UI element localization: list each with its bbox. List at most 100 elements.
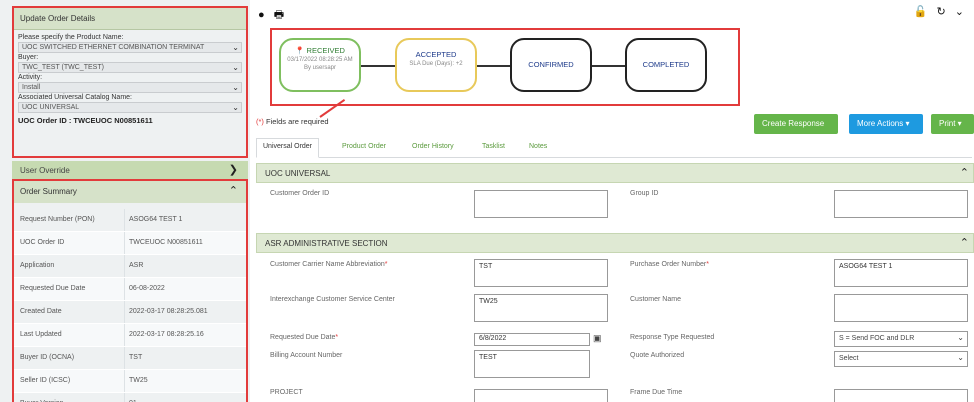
required-star: (*) <box>256 117 264 126</box>
more-actions-button[interactable]: More Actions ▾ <box>849 114 923 134</box>
step-received-label: RECEIVED <box>306 46 345 55</box>
main-content: ● 🖶 🔓 ↻ ⌄ 📍 RECEIVED 03/17/2022 08:28:25… <box>252 0 974 402</box>
order-summary-header[interactable]: Order Summary ⌃ <box>14 181 246 203</box>
summary-key: UOC Order ID <box>20 239 65 246</box>
step-accepted-sla: SLA Due (Days): +2 <box>409 61 463 67</box>
unlock-icon[interactable]: 🔓 <box>914 6 928 18</box>
tab-tasklist[interactable]: Tasklist <box>482 143 505 150</box>
step-accepted[interactable]: ACCEPTED SLA Due (Days): +2 <box>395 38 477 92</box>
summary-row: Request Number (PON) ASOG64 TEST 1 <box>14 209 246 232</box>
uoc-order-id: UOC Order ID : TWCEUOC N00851611 <box>18 116 153 125</box>
order-workflow-tracker: 📍 RECEIVED 03/17/2022 08:28:25 AM By use… <box>270 28 740 106</box>
location-pin-icon: 📍 <box>295 46 305 55</box>
ban-label: Billing Account Number <box>270 352 343 359</box>
create-response-button[interactable]: Create Response <box>754 114 838 134</box>
user-override-label: User Override <box>20 166 70 175</box>
uoc-universal-title: UOC UNIVERSAL <box>265 169 331 178</box>
summary-row: Application ASR <box>14 255 246 278</box>
icsc-input[interactable]: TW25 <box>474 294 608 322</box>
summary-value: 01 <box>124 393 141 402</box>
ban-input[interactable]: TEST <box>474 350 590 378</box>
customer-order-id-input[interactable] <box>474 190 608 218</box>
top-right-toolbar: 🔓 ↻ ⌄ <box>908 5 964 18</box>
step-received-title: 📍 RECEIVED <box>281 46 359 55</box>
tab-product-order[interactable]: Product Order <box>342 143 386 150</box>
step-completed[interactable]: COMPLETED <box>625 38 707 92</box>
calendar-icon[interactable]: ▣ <box>593 333 602 344</box>
tab-order-history[interactable]: Order History <box>412 143 454 150</box>
summary-row: Seller ID (ICSC) TW25 <box>14 370 246 393</box>
step-accepted-title: ACCEPTED <box>415 50 457 59</box>
customer-name-input[interactable] <box>834 294 968 322</box>
refresh-icon[interactable]: ↻ <box>937 6 946 18</box>
ccna-input[interactable]: TST <box>474 259 608 287</box>
product-name-value: UOC SWITCHED ETHERNET COMBINATION TERMIN… <box>22 44 205 51</box>
order-summary-title: Order Summary <box>20 187 77 196</box>
chevron-down-icon: ⌄ <box>232 63 239 72</box>
response-type-select[interactable]: S = Send FOC and DLR ⌄ <box>834 331 968 347</box>
uoc-universal-header[interactable]: UOC UNIVERSAL ⌃ <box>256 163 974 183</box>
customer-order-id-label: Customer Order ID <box>270 190 330 197</box>
activity-select[interactable]: Install ⌄ <box>18 82 242 93</box>
summary-key: Request Number (PON) <box>20 216 95 223</box>
quote-authorized-label: Quote Authorized <box>630 352 685 359</box>
pon-input[interactable]: ASOG64 TEST 1 <box>834 259 968 287</box>
icsc-label: Interexchange Customer Service Center <box>270 296 395 303</box>
summary-row: Buyer Version01 <box>14 393 246 402</box>
summary-value: TWCEUOC N00851611 <box>124 232 207 254</box>
left-sidebar: Update Order Details Please specify the … <box>0 0 250 402</box>
customer-name-label: Customer Name <box>630 296 681 303</box>
summary-row: Requested Due Date 06-08-2022 <box>14 278 246 301</box>
buyer-select[interactable]: TWC_TEST (TWC_TEST) ⌄ <box>18 62 242 73</box>
chevron-down-icon: ⌄ <box>957 353 964 362</box>
required-star: * <box>706 261 709 268</box>
buyer-value: TWC_TEST (TWC_TEST) <box>22 64 104 71</box>
product-name-select[interactable]: UOC SWITCHED ETHERNET COMBINATION TERMIN… <box>18 42 242 53</box>
frame-due-time-input[interactable] <box>834 389 968 402</box>
step-completed-title: COMPLETED <box>642 60 690 69</box>
step-confirmed-title: CONFIRMED <box>528 60 574 69</box>
summary-key: Seller ID (ICSC) <box>20 377 71 384</box>
chevron-down-icon[interactable]: ⌄ <box>955 6 964 18</box>
chevron-down-icon: ❯ <box>228 164 238 176</box>
update-order-details-panel: Update Order Details Please specify the … <box>12 6 248 158</box>
buyer-label: Buyer: <box>18 54 39 61</box>
group-id-input[interactable] <box>834 190 968 218</box>
product-name-label: Please specify the Product Name: <box>18 34 124 41</box>
order-summary-panel: Order Summary ⌃ Request Number (PON) ASOG… <box>12 179 248 402</box>
top-toolbar: ● 🖶 <box>258 6 290 25</box>
ccna-label: Customer Carrier Name Abbreviation* <box>270 261 388 268</box>
tab-notes[interactable]: Notes <box>529 143 547 150</box>
step-received[interactable]: 📍 RECEIVED 03/17/2022 08:28:25 AM By use… <box>279 38 361 92</box>
summary-key: Buyer ID (OCNA) <box>20 354 75 361</box>
tab-universal-order[interactable]: Universal Order <box>256 138 320 158</box>
pon-label-text: Purchase Order Number <box>630 261 707 268</box>
summary-key: Last Updated <box>20 331 62 338</box>
catalog-select[interactable]: UOC UNIVERSAL ⌄ <box>18 102 242 113</box>
printer-icon[interactable]: 🖶 <box>274 9 284 21</box>
quote-authorized-select[interactable]: Select ⌄ <box>834 351 968 367</box>
order-tabs: Universal Order Product Order Order Hist… <box>256 138 972 158</box>
required-star: * <box>384 261 388 268</box>
add-circle-icon[interactable]: ● <box>258 9 265 21</box>
required-fields-note: (*) Fields are required <box>256 117 329 126</box>
summary-key: Application <box>20 262 55 269</box>
catalog-label: Associated Universal Catalog Name: <box>18 94 132 101</box>
response-type-label: Response Type Requested <box>630 334 715 341</box>
print-button[interactable]: Print ▾ <box>931 114 974 134</box>
catalog-value: UOC UNIVERSAL <box>22 104 80 111</box>
group-id-label: Group ID <box>630 190 659 197</box>
asr-admin-header[interactable]: ASR ADMINISTRATIVE SECTION ⌃ <box>256 233 974 253</box>
summary-value: 2022-03-17 08:28:25.16 <box>124 324 208 346</box>
summary-row: Last Updated 2022-03-17 08:28:25.16 <box>14 324 246 347</box>
step-received-date: 03/17/2022 08:28:25 AM <box>287 57 353 63</box>
step-confirmed[interactable]: CONFIRMED <box>510 38 592 92</box>
rdd-label: Requested Due Date* <box>270 334 338 341</box>
rdd-input[interactable]: 6/8/2022 <box>474 333 590 346</box>
user-override-toggle[interactable]: User Override ❯ <box>12 161 248 179</box>
chevron-down-icon: ⌄ <box>232 103 239 112</box>
summary-row: Created Date 2022-03-17 08:28:25.081 <box>14 301 246 324</box>
chevron-up-icon: ⌃ <box>228 185 238 197</box>
chevron-up-icon: ⌃ <box>959 167 969 179</box>
project-input[interactable] <box>474 389 608 402</box>
